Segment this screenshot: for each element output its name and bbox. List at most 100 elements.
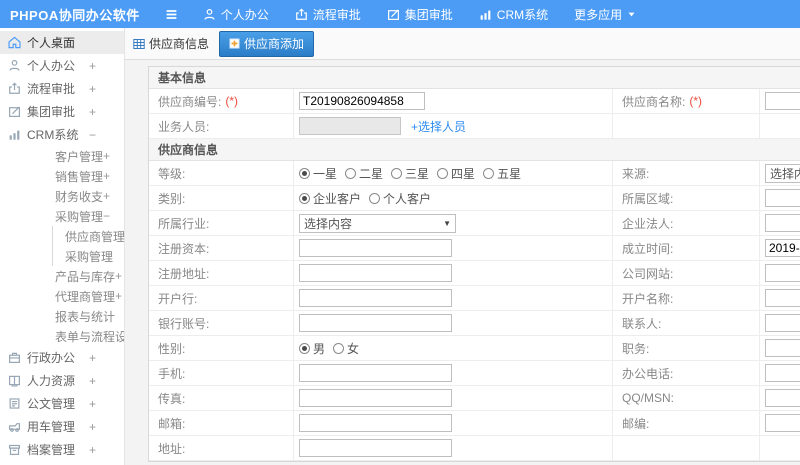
address-input[interactable]	[299, 439, 452, 457]
account-name-input[interactable]	[765, 289, 800, 307]
supplier-name-input[interactable]	[765, 92, 800, 110]
source-select[interactable]: 选择内容▼	[765, 163, 800, 183]
nav-workflow-approval[interactable]: 流程审批	[295, 6, 361, 23]
level-radio-option[interactable]: 三星	[391, 165, 429, 182]
sidebar-item-label: 集团审批	[27, 105, 76, 119]
sidebar-item-document-mgmt[interactable]: 公文管理 +	[0, 392, 124, 415]
qq-msn-input[interactable]	[765, 389, 800, 407]
sidebar-item-purchasing[interactable]: 采购管理	[52, 246, 124, 266]
mobile-input[interactable]	[299, 364, 452, 382]
required-marker: (*)	[225, 94, 239, 108]
sidebar-item-supplier-mgmt[interactable]: 供应商管理	[52, 226, 124, 246]
email-input[interactable]	[299, 414, 452, 432]
sidebar-item-crm-system[interactable]: CRM系统 −	[0, 123, 124, 146]
field-label: 所属区域:	[622, 191, 674, 206]
sidebar-item-vehicle-mgmt[interactable]: 用车管理 +	[0, 415, 124, 438]
sidebar-item-label: 公文管理	[27, 397, 76, 411]
supplier-code-input[interactable]	[299, 92, 425, 110]
field-input-cell	[760, 261, 800, 285]
field-input-cell: +选择人员	[294, 114, 613, 138]
nav-more-apps[interactable]: 更多应用	[574, 6, 636, 23]
business-person-input[interactable]	[299, 117, 401, 135]
nav-label: 更多应用	[574, 7, 623, 22]
expand-toggle[interactable]: +	[89, 374, 96, 388]
field-label: 联系人:	[622, 316, 662, 331]
sidebar-item-sales-mgmt[interactable]: 销售管理 +	[0, 166, 124, 186]
tab-supplier-info-tab[interactable]: 供应商信息	[133, 35, 209, 52]
nav-crm-system[interactable]: CRM系统	[479, 6, 548, 23]
field-input-cell	[760, 436, 800, 460]
expand-toggle[interactable]: +	[89, 397, 96, 411]
level-radio-option[interactable]: 四星	[437, 165, 475, 182]
nav-personal-office[interactable]: 个人办公	[203, 6, 269, 23]
expand-toggle[interactable]: +	[89, 420, 96, 434]
nav-group-approval[interactable]: 集团审批	[387, 6, 453, 23]
expand-toggle[interactable]: +	[89, 82, 96, 96]
sidebar-item-personal-office[interactable]: 个人办公 +	[0, 54, 124, 77]
user-icon	[203, 8, 216, 21]
field-label-cell: 注册地址:	[149, 261, 294, 285]
radio-circle-icon	[437, 167, 449, 179]
bank-account-input[interactable]	[299, 314, 452, 332]
field-label-cell: 所属区域:	[613, 186, 760, 210]
sidebar-item-customer-mgmt[interactable]: 客户管理 +	[0, 146, 124, 166]
sidebar-item-reports-stats[interactable]: 报表与统计	[0, 306, 124, 326]
caret-icon	[627, 10, 636, 19]
registered-address-input[interactable]	[299, 264, 452, 282]
industry-select[interactable]: 选择内容 ▼	[299, 213, 456, 233]
expand-toggle[interactable]: +	[89, 443, 96, 457]
sidebar-item-product-inventory[interactable]: 产品与库存 +	[0, 266, 124, 286]
gender-radio-option[interactable]: 女	[333, 340, 359, 357]
field-input-cell	[294, 236, 613, 260]
tab-supplier-add-tab[interactable]: 供应商添加	[219, 30, 315, 57]
fax-input[interactable]	[299, 389, 452, 407]
field-label-cell: 银行账号:	[149, 311, 294, 335]
select-value: 选择内容	[770, 166, 800, 181]
level-radio-option[interactable]: 五星	[483, 165, 521, 182]
sidebar-item-form-flow-settings[interactable]: 表单与流程设置+	[0, 326, 124, 346]
category-radio-option[interactable]: 企业客户	[299, 190, 361, 207]
category-radio-option[interactable]: 个人客户	[369, 190, 431, 207]
choose-person-link[interactable]: +选择人员	[411, 118, 466, 135]
radio-label: 三星	[405, 166, 430, 181]
legal-person-input[interactable]	[765, 214, 800, 232]
expand-toggle[interactable]: −	[103, 209, 110, 223]
office-phone-input[interactable]	[765, 364, 800, 382]
position-input[interactable]	[765, 339, 800, 357]
sidebar-item-finance[interactable]: 财务收支 +	[0, 186, 124, 206]
sidebar-item-archive-mgmt[interactable]: 档案管理 +	[0, 438, 124, 461]
zip-code-input[interactable]	[765, 414, 800, 432]
sidebar-item-personal-desktop[interactable]: 个人桌面	[0, 31, 124, 54]
expand-toggle[interactable]: −	[89, 128, 96, 142]
menu-toggle[interactable]	[164, 8, 179, 21]
expand-toggle[interactable]: +	[89, 105, 96, 119]
sidebar-item-workflow-approval[interactable]: 流程审批 +	[0, 77, 124, 100]
expand-toggle[interactable]: +	[89, 351, 96, 365]
bank-branch-input[interactable]	[299, 289, 452, 307]
sidebar-item-purchase-mgmt[interactable]: 采购管理 −	[0, 206, 124, 226]
field-label-cell: 供应商名称: (*)	[613, 89, 760, 113]
level-radio-option[interactable]: 一星	[299, 165, 337, 182]
founded-date-input[interactable]	[765, 239, 800, 257]
sidebar-item-admin-office[interactable]: 行政办公 +	[0, 346, 124, 369]
level-radio-option[interactable]: 二星	[345, 165, 383, 182]
expand-toggle[interactable]: +	[115, 269, 122, 283]
sidebar-item-label: 档案管理	[27, 443, 76, 457]
expand-toggle[interactable]: +	[103, 169, 110, 183]
expand-toggle[interactable]: +	[103, 149, 110, 163]
contact-person-input[interactable]	[765, 314, 800, 332]
expand-toggle[interactable]: +	[89, 59, 96, 73]
sidebar-item-agent-mgmt[interactable]: 代理商管理 +	[0, 286, 124, 306]
sidebar-item-group-approval[interactable]: 集团审批 +	[0, 100, 124, 123]
registered-capital-input[interactable]	[299, 239, 452, 257]
grid-icon	[133, 38, 145, 50]
region-input[interactable]	[765, 189, 800, 207]
sidebar-item-hr[interactable]: 人力资源 +	[0, 369, 124, 392]
expand-toggle[interactable]: +	[103, 189, 110, 203]
expand-toggle[interactable]: +	[115, 289, 122, 303]
field-label-cell: 办公电话:	[613, 361, 760, 385]
radio-circle-icon	[299, 167, 310, 179]
gender-radio-option[interactable]: 男	[299, 340, 325, 357]
company-website-input[interactable]	[765, 264, 800, 282]
field-label: 办公电话:	[622, 366, 674, 381]
